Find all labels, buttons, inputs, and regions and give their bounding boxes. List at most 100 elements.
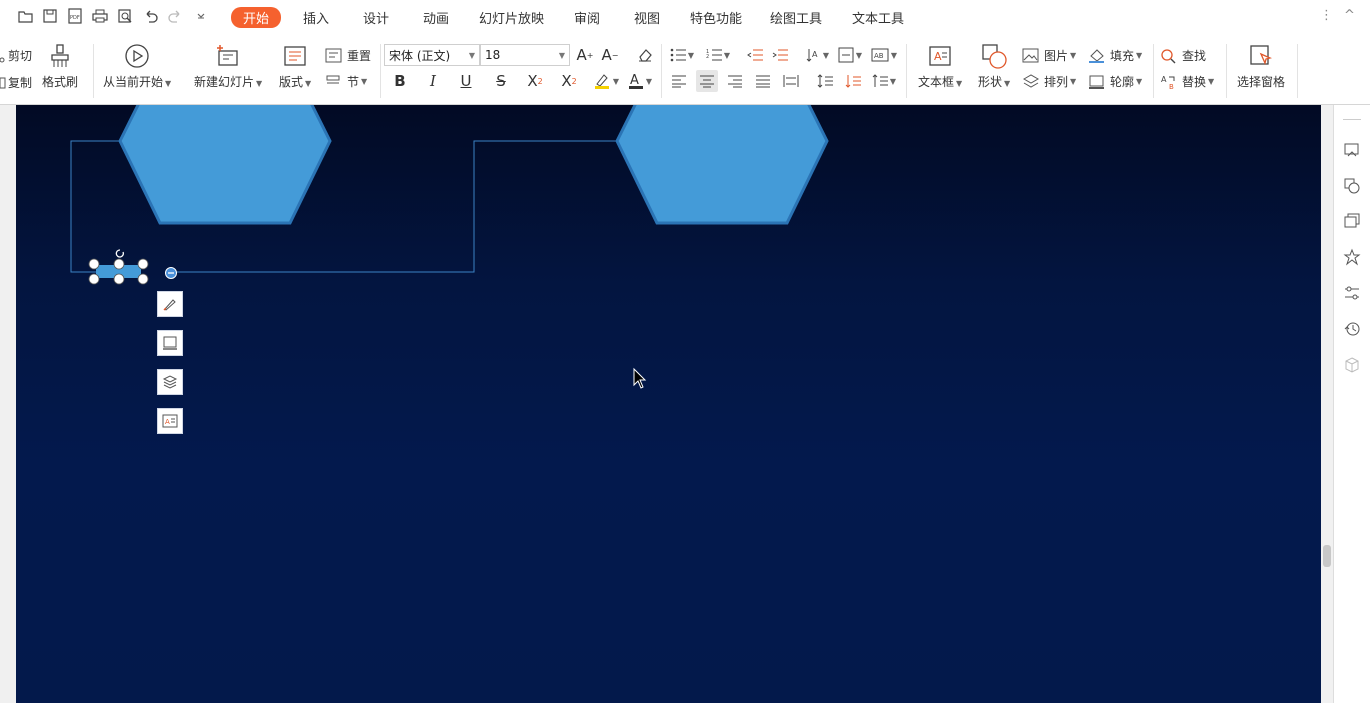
layout-button[interactable]: 版式 ▼ <box>279 42 311 90</box>
open-icon[interactable] <box>17 7 35 25</box>
underline-icon[interactable]: U <box>455 70 477 92</box>
cut-button[interactable]: 剪切 <box>0 47 32 64</box>
undo-icon[interactable] <box>142 7 160 25</box>
distribute-icon[interactable] <box>780 70 802 92</box>
tab-drawing-tools[interactable]: 绘图工具 <box>770 8 822 27</box>
decrease-font-icon[interactable]: A − <box>599 44 621 66</box>
tab-insert[interactable]: 插入 <box>303 8 329 27</box>
package-icon[interactable] <box>1342 355 1362 375</box>
scrollbar-thumb[interactable] <box>1323 545 1331 567</box>
replace-button[interactable]: AB 替换 ▼ <box>1160 73 1214 90</box>
outline-button[interactable]: 轮廓 ▼ <box>1088 73 1142 90</box>
new-slide-button[interactable]: 新建幻灯片 ▼ <box>194 42 262 90</box>
align-text-icon[interactable]: ▼ <box>836 44 864 66</box>
copy-icon <box>0 77 6 88</box>
highlight-color-icon[interactable]: ▼ <box>592 70 620 92</box>
increase-indent-icon[interactable] <box>769 44 791 66</box>
svg-text:A: A <box>630 73 639 88</box>
tab-text-tools[interactable]: 文本工具 <box>852 8 904 27</box>
print-preview-icon[interactable] <box>116 7 134 25</box>
customize-icon[interactable] <box>192 7 210 25</box>
align-right-icon[interactable] <box>724 70 746 92</box>
text-effects-icon[interactable]: AB ▼ <box>870 44 898 66</box>
line-spacing-icon[interactable] <box>814 70 836 92</box>
tab-home[interactable]: 开始 <box>231 7 282 28</box>
outline-icon[interactable] <box>157 330 183 356</box>
tab-special-features[interactable]: 特色功能 <box>690 8 742 27</box>
copy-button[interactable]: 复制 <box>0 74 32 91</box>
layers-icon[interactable] <box>157 369 183 395</box>
text-box-icon[interactable]: A <box>157 408 183 434</box>
align-center-icon[interactable] <box>696 70 718 92</box>
slides-icon[interactable] <box>1342 140 1362 160</box>
paragraph-spacing-icon[interactable] <box>842 70 864 92</box>
settings-sliders-icon[interactable] <box>1342 283 1362 303</box>
format-painter-button[interactable]: 格式刷 <box>42 42 78 90</box>
shape-button[interactable]: 形状 ▼ <box>978 42 1010 90</box>
divider <box>1153 44 1154 98</box>
menu-bar: PDF 开始 插入 设计 动画 幻灯片放映 审阅 视图 特色功能 绘图工具 文本… <box>0 0 1370 34</box>
collapse-ribbon-icon[interactable]: ^ <box>1344 8 1355 23</box>
text-direction-icon[interactable]: A ▼ <box>803 44 831 66</box>
tab-review[interactable]: 审阅 <box>574 8 600 27</box>
hexagon-shape[interactable] <box>615 105 829 225</box>
numbered-list-icon[interactable]: 1 2 ▼ <box>704 44 732 66</box>
reset-label: 重置 <box>347 49 372 63</box>
tab-animation[interactable]: 动画 <box>423 8 449 27</box>
tab-view[interactable]: 视图 <box>634 8 660 27</box>
italic-icon[interactable]: I <box>422 70 444 92</box>
superscript-icon[interactable]: X2 <box>524 70 546 92</box>
tab-design[interactable]: 设计 <box>363 8 389 27</box>
reset-button[interactable]: 重置 <box>325 47 371 64</box>
strikethrough-icon[interactable]: S <box>490 70 512 92</box>
divider <box>93 44 94 98</box>
text-box-button[interactable]: A 文本框 ▼ <box>918 42 962 90</box>
picture-button[interactable]: 图片 ▼ <box>1022 47 1076 64</box>
font-name-select[interactable]: 宋体 (正文) ▼ <box>384 44 480 66</box>
cut-label: 剪切 <box>8 49 33 63</box>
outline-icon <box>1089 75 1104 89</box>
pdf-icon[interactable]: PDF <box>66 7 84 25</box>
clear-format-icon[interactable] <box>634 44 656 66</box>
from-current-slide-button[interactable]: 从当前开始 ▼ <box>103 42 171 90</box>
increase-font-icon[interactable]: A + <box>574 44 596 66</box>
new-slide-label: 新建幻灯片 <box>194 75 255 89</box>
arrange-button[interactable]: 排列 ▼ <box>1022 73 1076 90</box>
find-button[interactable]: 查找 <box>1160 47 1206 64</box>
spacing-options-icon[interactable]: ▼ <box>870 70 898 92</box>
font-color-icon[interactable]: A ▼ <box>626 70 654 92</box>
rotate-handle-icon[interactable] <box>115 249 124 258</box>
print-icon[interactable] <box>91 7 109 25</box>
more-options-icon[interactable]: ⋮ <box>1320 8 1333 23</box>
svg-text:AB: AB <box>874 52 884 60</box>
font-size-value: 18 <box>485 48 501 62</box>
fill-button[interactable]: 填充 ▼ <box>1088 47 1142 64</box>
slide-canvas[interactable]: A <box>16 105 1321 703</box>
save-icon[interactable] <box>41 7 59 25</box>
connector-line[interactable] <box>70 140 120 273</box>
font-size-select[interactable]: 18 ▼ <box>480 44 570 66</box>
shapes-icon[interactable] <box>1342 176 1362 196</box>
play-icon <box>123 42 151 70</box>
arrange-label: 排列 <box>1044 75 1069 89</box>
style-brush-icon[interactable] <box>157 291 183 317</box>
hexagon-shape[interactable] <box>118 105 332 225</box>
selection-pane-button[interactable]: 选择窗格 <box>1237 42 1285 90</box>
svg-text:B: B <box>1169 83 1174 90</box>
align-left-icon[interactable] <box>668 70 690 92</box>
star-icon[interactable] <box>1342 247 1362 267</box>
justify-icon[interactable] <box>752 70 774 92</box>
bold-icon[interactable]: B <box>389 70 411 92</box>
slide-thumbnail-pane[interactable] <box>0 105 17 703</box>
reset-icon <box>325 48 342 62</box>
copy-format-icon[interactable] <box>1342 211 1362 231</box>
decrease-indent-icon[interactable] <box>744 44 766 66</box>
bullet-list-icon[interactable]: ▼ <box>668 44 696 66</box>
subscript-icon[interactable]: X2 <box>558 70 580 92</box>
section-button[interactable]: 节 ▼ <box>325 73 367 90</box>
history-icon[interactable] <box>1342 319 1362 339</box>
tab-slideshow[interactable]: 幻灯片放映 <box>479 8 544 27</box>
redo-icon[interactable] <box>166 7 184 25</box>
outline-label: 轮廓 <box>1110 75 1135 89</box>
vertical-scrollbar[interactable] <box>1321 105 1333 703</box>
